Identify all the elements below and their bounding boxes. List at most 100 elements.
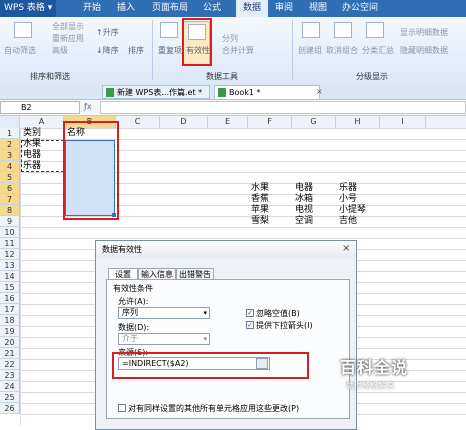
cell-g10[interactable]: 空调 [295,216,313,227]
column-header-i[interactable]: I [380,116,426,128]
row-header[interactable]: 17 [0,304,20,315]
cell-f8[interactable]: 香蕉 [251,194,269,205]
filter-icon [14,22,32,38]
cell-g7[interactable]: 电器 [295,183,313,194]
cell-g8[interactable]: 冰箱 [295,194,313,205]
auto-filter-button[interactable]: 自动筛选 [4,45,36,56]
row-header[interactable]: 3 [0,150,20,161]
cell-a2[interactable]: 水果 [23,139,41,150]
reapply-button[interactable]: 重新应用 [52,33,84,44]
row-header[interactable]: 1 [0,128,20,139]
row-header[interactable]: 25 [0,392,20,403]
ribbon-divider [152,20,153,80]
spreadsheet-icon [218,88,226,97]
menu-review[interactable]: 审阅 [272,0,296,17]
column-header-h[interactable]: H [336,116,380,128]
row-header[interactable]: 13 [0,260,20,271]
column-header-e[interactable]: E [208,116,248,128]
column-header-c[interactable]: C [116,116,160,128]
row-header[interactable]: 14 [0,271,20,282]
row-header[interactable]: 21 [0,348,20,359]
sort-button[interactable]: 排序 [128,45,144,56]
column-header-f[interactable]: F [248,116,292,128]
cell-g9[interactable]: 电视 [295,205,313,216]
cell-h8[interactable]: 小号 [339,194,357,205]
menu-insert[interactable]: 插入 [114,0,138,17]
show-detail-button[interactable]: 显示明细数据 [400,27,448,38]
row-header[interactable]: 16 [0,293,20,304]
menu-office-space[interactable]: 办公空间 [340,0,380,17]
row-header[interactable]: 23 [0,370,20,381]
show-all-button[interactable]: 全部显示 [52,21,84,32]
column-header-g[interactable]: G [292,116,336,128]
name-box[interactable]: B2 [0,101,80,114]
row-header[interactable]: 15 [0,282,20,293]
menu-home[interactable]: 开始 [80,0,104,17]
column-header-a[interactable]: A [20,116,64,128]
allow-select[interactable]: 序列 ▾ [118,307,210,319]
doc-tab-book1[interactable]: Book1 * [214,85,320,99]
merge-calc-button[interactable]: 合并计算 [222,45,254,56]
create-group-button[interactable]: 创建组 [298,45,322,56]
in-cell-dropdown-checkbox[interactable]: ✓ [246,321,254,329]
row-header[interactable]: 20 [0,337,20,348]
close-tab-icon[interactable]: × [316,87,323,96]
row-header[interactable]: 19 [0,326,20,337]
duplicates-icon [160,22,178,38]
fx-icon[interactable]: ƒx [84,102,92,111]
menu-formulas[interactable]: 公式 [200,0,224,17]
group-sort-filter-label: 排序和筛选 [30,72,70,81]
row-header[interactable]: 2 [0,139,20,150]
row-header[interactable]: 9 [0,216,20,227]
cell-f9[interactable]: 苹果 [251,205,269,216]
tab-input-message[interactable]: 输入信息 [138,268,176,279]
tab-error-alert[interactable]: 出错警告 [176,268,214,279]
menu-bar [0,0,466,17]
sort-descending-button[interactable]: ↓降序 [96,45,119,56]
cell-h9[interactable]: 小提琴 [339,205,366,216]
highlight-duplicates-button[interactable]: 重复项 [158,45,182,56]
app-menu-button[interactable]: WPS 表格 ▾ [0,0,56,17]
select-all-corner[interactable] [0,116,20,128]
highlight-box-source [112,352,309,379]
text-to-columns-button[interactable]: 分列 [222,33,238,44]
formula-input[interactable] [100,101,466,114]
cell-f10[interactable]: 雪梨 [251,216,269,227]
cell-b1[interactable]: 名称 [67,128,85,139]
cell-a1[interactable]: 类别 [23,128,41,139]
advanced-filter-button[interactable]: 高级 [52,45,68,56]
apply-all-checkbox[interactable] [118,404,126,412]
hide-detail-button[interactable]: 隐藏明细数据 [400,45,448,56]
cell-a3[interactable]: 电器 [23,150,41,161]
row-header[interactable]: 4 [0,161,20,172]
menu-data[interactable]: 数据 [236,0,268,17]
menu-view[interactable]: 视图 [306,0,330,17]
menu-page-layout[interactable]: 页面布局 [150,0,190,17]
row-header[interactable]: 22 [0,359,20,370]
row-header[interactable]: 7 [0,194,20,205]
dialog-title: 数据有效性 [96,241,356,258]
tab-settings[interactable]: 设置 [108,268,138,279]
column-header-d[interactable]: D [160,116,208,128]
row-header[interactable]: 26 [0,403,20,414]
row-header[interactable]: 12 [0,249,20,260]
row-header[interactable]: 11 [0,238,20,249]
ungroup-button[interactable]: 取消组合 [326,45,358,56]
ignore-blank-checkbox[interactable]: ✓ [246,309,254,317]
data-operator-value: 介于 [122,334,138,343]
data-operator-select[interactable]: 介于 ▾ [118,333,210,345]
cell-h10[interactable]: 吉他 [339,216,357,227]
subtotal-button[interactable]: 分类汇总 [362,45,394,56]
doc-tab-wps[interactable]: 新建 WPS表...作篇.et * [102,85,210,99]
row-header[interactable]: 10 [0,227,20,238]
row-header[interactable]: 5 [0,172,20,183]
cell-h7[interactable]: 乐器 [339,183,357,194]
dialog-close-icon[interactable]: × [342,243,350,254]
row-header[interactable]: 18 [0,315,20,326]
sort-ascending-button[interactable]: ↑升序 [96,27,119,38]
cell-f7[interactable]: 水果 [251,183,269,194]
row-header[interactable]: 6 [0,183,20,194]
row-header[interactable]: 8 [0,205,20,216]
cell-a4[interactable]: 乐器 [23,161,41,172]
row-header[interactable]: 24 [0,381,20,392]
